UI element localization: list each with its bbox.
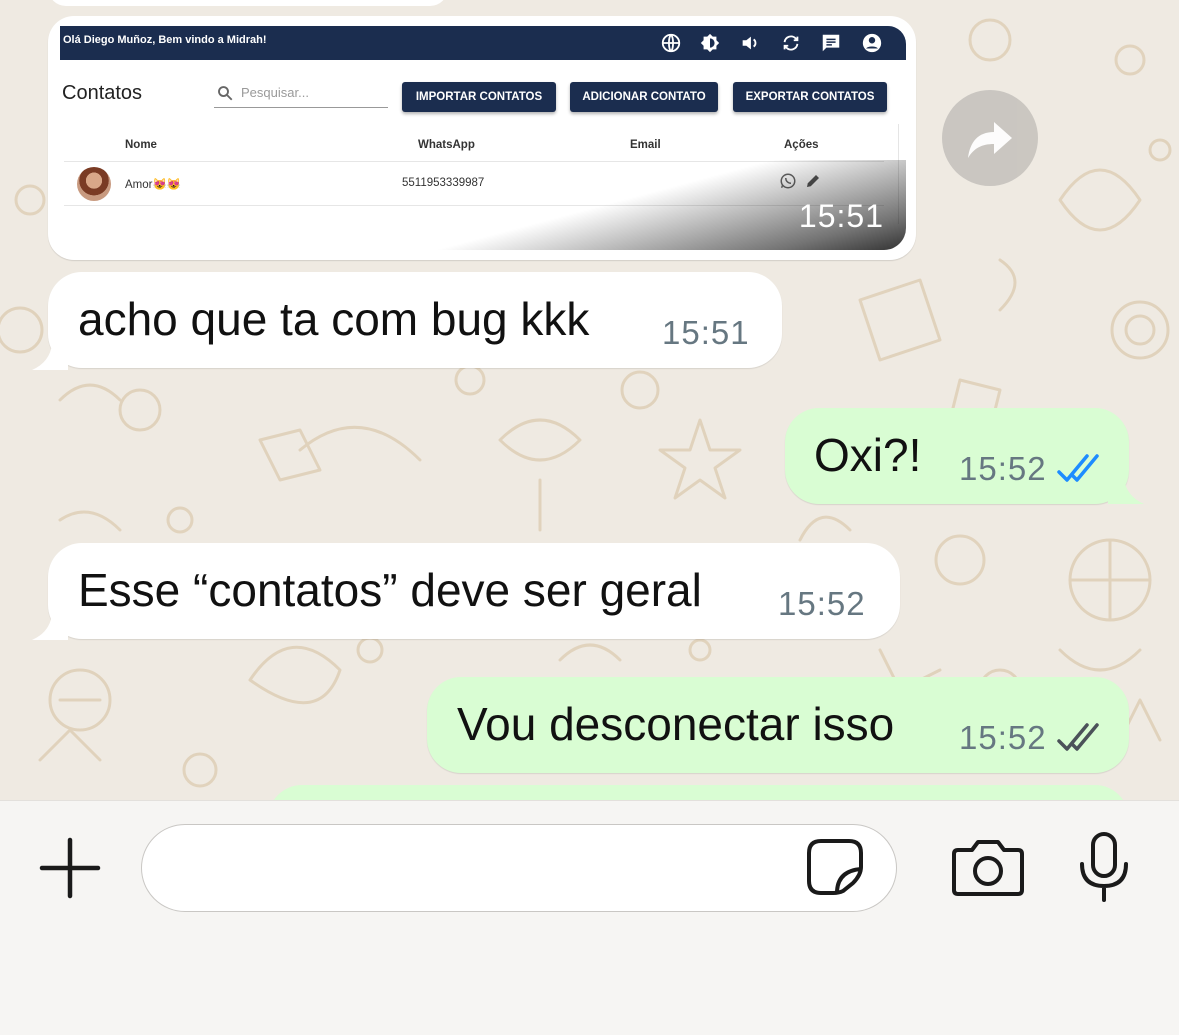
- edit-pencil-icon: [807, 175, 819, 187]
- brightness-icon: [699, 32, 721, 54]
- message-input[interactable]: [141, 824, 897, 912]
- message-list[interactable]: Olá Diego Muñoz, Bem vindo a Midrah! Con…: [0, 0, 1179, 800]
- image-timestamp: 15:51: [798, 198, 884, 234]
- message-text: Oxi?!: [814, 429, 922, 481]
- sync-icon: [780, 32, 802, 54]
- bubble-tail: [32, 344, 68, 370]
- account-icon: [861, 32, 883, 54]
- volume-icon: [739, 32, 761, 54]
- message-time: 15:52: [959, 450, 1047, 487]
- import-contacts-button: IMPORTAR CONTATOS: [402, 82, 556, 112]
- forward-arrow-icon: [968, 122, 1012, 158]
- whatsapp-icon: [780, 173, 796, 189]
- outgoing-message-bubble[interactable]: Vou desconectar isso 15:52: [427, 677, 1129, 773]
- previous-message-bubble: [48, 0, 448, 6]
- column-header-whatsapp: WhatsApp: [418, 139, 475, 151]
- export-contacts-button: EXPORTAR CONTATOS: [733, 82, 887, 112]
- plus-icon[interactable]: [38, 836, 102, 900]
- camera-icon[interactable]: [950, 836, 1026, 898]
- message-time: 15:52: [778, 585, 866, 622]
- microphone-icon[interactable]: [1078, 832, 1130, 902]
- message-text: Esse “contatos” deve ser geral: [78, 564, 702, 616]
- contacts-page-title: Contatos: [62, 82, 143, 104]
- chat-icon: [820, 32, 842, 54]
- contact-name: Amor😻😻: [125, 179, 182, 191]
- message-text: acho que ta com bug kkk: [78, 293, 590, 345]
- column-header-actions: Ações: [784, 139, 819, 151]
- outgoing-message-bubble[interactable]: Oxi?! 15:52: [785, 408, 1129, 504]
- message-text: Vou desconectar isso: [457, 698, 895, 750]
- greeting-text: Olá Diego Muñoz, Bem vindo a Midrah!: [63, 34, 267, 46]
- forward-button[interactable]: [942, 90, 1038, 186]
- search-field: Pesquisar...: [214, 82, 388, 108]
- contacts-table: Nome WhatsApp Email Ações Amor😻😻 5511953…: [60, 124, 899, 224]
- globe-icon: [660, 32, 682, 54]
- search-placeholder: Pesquisar...: [241, 85, 309, 100]
- sticker-icon[interactable]: [805, 837, 865, 897]
- column-header-name: Nome: [125, 139, 157, 151]
- message-time: 15:51: [662, 314, 750, 351]
- delivered-receipt-icon: [1057, 723, 1099, 751]
- column-header-email: Email: [630, 139, 661, 151]
- message-time: 15:52: [959, 719, 1047, 756]
- add-contact-button: ADICIONAR CONTATO: [570, 82, 718, 112]
- image-message-screenshot[interactable]: Olá Diego Muñoz, Bem vindo a Midrah! Con…: [60, 26, 906, 250]
- incoming-message-bubble[interactable]: Esse “contatos” deve ser geral 15:52: [48, 543, 900, 639]
- search-icon: [218, 86, 233, 101]
- incoming-message-bubble[interactable]: acho que ta com bug kkk 15:51: [48, 272, 782, 368]
- contact-whatsapp: 5511953339987: [402, 177, 485, 189]
- avatar: [77, 167, 111, 201]
- read-receipt-icon: [1057, 454, 1099, 482]
- outgoing-message-bubble-partial: [268, 785, 1129, 800]
- bubble-tail: [32, 614, 68, 640]
- bubble-tail: [1108, 478, 1144, 504]
